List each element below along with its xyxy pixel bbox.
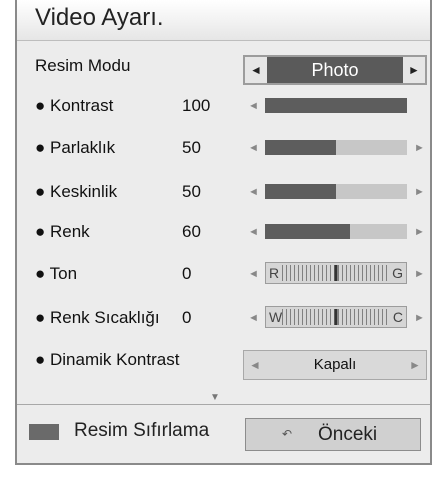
color-label: ● Renk [35,222,90,241]
tint-label: ● Ton [35,264,78,283]
color-temp-slider[interactable]: W C [265,306,407,328]
tint-scale [282,265,390,281]
tint-right-arrow-icon[interactable]: ► [414,268,425,280]
picture-mode-prev-icon[interactable]: ◄ [245,57,267,83]
video-settings-panel: Video Ayarı. Resim Modu ◄ Photo ► ● Kont… [15,0,432,465]
dynamic-contrast-next-icon[interactable]: ► [404,351,426,379]
previous-button-label: Önceki [318,424,378,445]
sharpness-left-arrow-icon[interactable]: ◄ [248,186,259,198]
picture-reset-label[interactable]: Resim Sıfırlama [74,420,209,442]
sharpness-slider-fill [265,184,336,199]
color-temp-right-arrow-icon[interactable]: ► [414,312,425,324]
color-slider[interactable] [265,224,407,239]
brightness-label: ● Parlaklık [35,138,116,157]
brightness-slider[interactable] [265,140,407,155]
tint-right-letter: G [392,265,403,281]
previous-button[interactable]: ↶ Önceki [245,418,421,451]
tint-marker [334,265,338,281]
color-temp-marker [334,309,338,325]
color-value: 60 [182,222,201,241]
tint-left-arrow-icon[interactable]: ◄ [248,268,259,280]
color-temp-left-letter: W [269,309,283,325]
dynamic-contrast-label: ● Dinamik Kontrast [35,350,180,369]
scroll-down-icon[interactable]: ▼ [210,392,220,403]
sharpness-value: 50 [182,182,201,201]
color-left-arrow-icon[interactable]: ◄ [248,226,259,238]
contrast-value: 100 [182,96,211,115]
tint-value: 0 [182,264,192,283]
sharpness-label: ● Keskinlik [35,182,118,201]
color-temp-label: ● Renk Sıcaklığı [35,308,160,327]
picture-mode-next-icon[interactable]: ► [403,57,425,83]
back-icon: ↶ [282,427,293,441]
color-temp-left-arrow-icon[interactable]: ◄ [248,312,259,324]
brightness-value: 50 [182,138,201,157]
contrast-label: ● Kontrast [35,96,114,115]
brightness-right-arrow-icon[interactable]: ► [414,142,425,154]
picture-mode-label: Resim Modu [35,56,131,75]
contrast-slider[interactable] [265,98,407,113]
color-temp-scale [282,309,390,325]
color-temp-value: 0 [182,308,192,327]
dynamic-contrast-value: Kapalı [313,356,357,373]
title-bar: Video Ayarı. [17,0,430,41]
window-title: Video Ayarı. [35,4,164,31]
dynamic-contrast-prev-icon[interactable]: ◄ [244,351,266,379]
contrast-slider-fill [265,98,407,113]
picture-mode-selector[interactable]: ◄ Photo ► [243,55,427,85]
brightness-slider-fill [265,140,336,155]
sharpness-slider[interactable] [265,184,407,199]
color-right-arrow-icon[interactable]: ► [414,226,425,238]
color-temp-right-letter: C [392,309,403,325]
dynamic-contrast-selector[interactable]: ◄ Kapalı ► [243,350,427,380]
sharpness-right-arrow-icon[interactable]: ► [414,186,425,198]
footer-divider [17,404,430,405]
picture-mode-value: Photo [311,60,359,80]
contrast-left-arrow-icon[interactable]: ◄ [248,100,259,112]
tint-left-letter: R [269,265,280,281]
tint-slider[interactable]: R G [265,262,407,284]
brightness-left-arrow-icon[interactable]: ◄ [248,142,259,154]
reset-color-key-icon [29,424,59,440]
color-slider-fill [265,224,351,239]
